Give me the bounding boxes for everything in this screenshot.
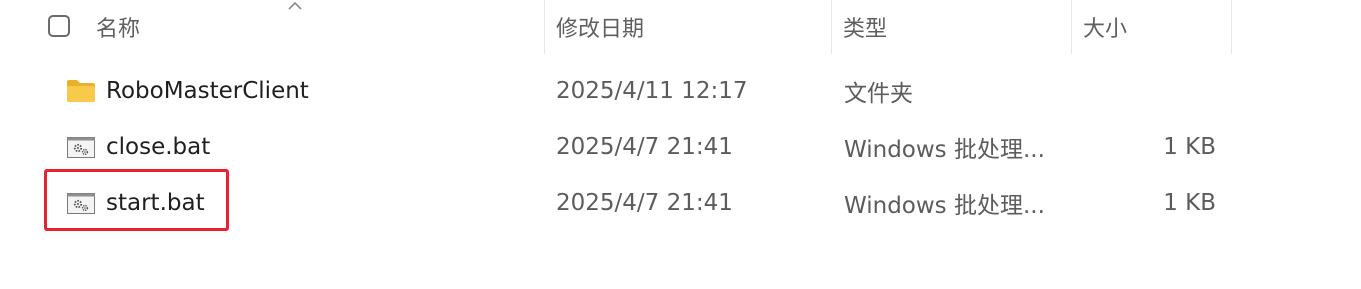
- column-name[interactable]: 名称: [84, 0, 544, 54]
- file-name: close.bat: [106, 134, 211, 160]
- batch-file-icon: [67, 137, 95, 158]
- file-row-start-bat[interactable]: start.bat 2025/4/7 21:41 Windows 批处理... …: [0, 175, 1361, 231]
- file-row-close-bat[interactable]: close.bat 2025/4/7 21:41 Windows 批处理... …: [0, 119, 1361, 175]
- column-date[interactable]: 修改日期: [544, 0, 831, 54]
- column-name-label: 名称: [96, 17, 141, 42]
- file-date: 2025/4/7 21:41: [556, 134, 733, 160]
- file-type: Windows 批处理...: [844, 137, 1045, 163]
- file-date: 2025/4/11 12:17: [556, 78, 748, 104]
- file-size: 1 KB: [1163, 134, 1216, 160]
- batch-file-icon: [67, 193, 95, 214]
- file-size: 1 KB: [1163, 190, 1216, 216]
- file-list-pane: 名称 修改日期 类型 大小 RoboMasterClient 2025/4/11…: [0, 0, 1361, 289]
- column-date-label: 修改日期: [556, 17, 645, 42]
- file-name: RoboMasterClient: [106, 78, 309, 104]
- file-type: 文件夹: [844, 81, 913, 107]
- column-size-label: 大小: [1083, 17, 1128, 42]
- file-row-robomasterclient[interactable]: RoboMasterClient 2025/4/11 12:17 文件夹: [0, 63, 1361, 119]
- folder-icon: [67, 80, 95, 102]
- column-type[interactable]: 类型: [831, 0, 1071, 54]
- column-divider[interactable]: [1231, 0, 1232, 54]
- select-all-checkbox[interactable]: [48, 15, 70, 37]
- column-header: 名称 修改日期 类型 大小: [0, 0, 1361, 54]
- file-type: Windows 批处理...: [844, 193, 1045, 219]
- file-date: 2025/4/7 21:41: [556, 190, 733, 216]
- column-type-label: 类型: [843, 17, 888, 42]
- column-size[interactable]: 大小: [1071, 0, 1231, 54]
- file-name: start.bat: [106, 190, 205, 216]
- file-size: [1084, 63, 1216, 119]
